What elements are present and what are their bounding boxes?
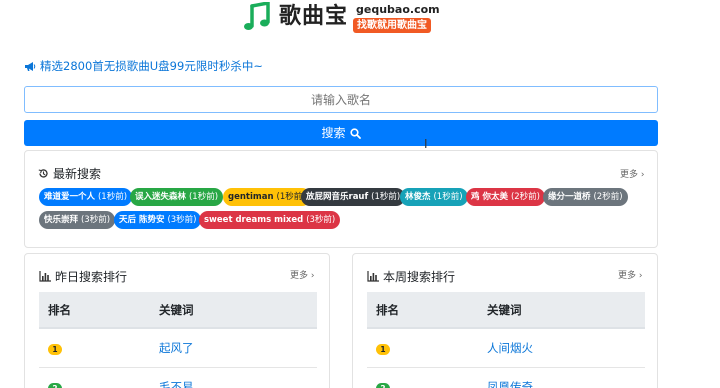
tag-time: (3秒前)	[167, 215, 197, 225]
recent-tag[interactable]: 天后 陈势安 (3秒前)	[114, 211, 202, 229]
tag-keyword: 快乐崇拜	[44, 215, 79, 225]
tag-time: (3秒前)	[80, 215, 111, 225]
search-input[interactable]	[24, 86, 658, 113]
tag-time: (2秒前)	[510, 192, 540, 202]
bar-chart-icon	[367, 271, 379, 282]
recent-tag[interactable]: 误入迷失森林 (1秒前)	[130, 188, 224, 206]
recent-tag[interactable]: gentiman (1秒前)	[223, 188, 311, 206]
rank-cell: 2	[367, 380, 487, 388]
rank-badge: 1	[48, 344, 62, 355]
text-cursor-icon: I	[424, 137, 428, 151]
keyword-cell: 毛不易	[159, 379, 317, 388]
recent-tag[interactable]: 放屁网音乐rauf (1秒前)	[301, 188, 406, 206]
recent-more-label: 更多	[620, 170, 639, 180]
recent-tag[interactable]: 难道爱一个人 (1秒前)	[39, 188, 133, 206]
table-row: 2 毛不易	[39, 368, 317, 388]
tag-time: (1秒前)	[371, 192, 401, 202]
tag-time: (1秒前)	[188, 192, 219, 202]
keyword-link[interactable]: 起风了	[159, 341, 194, 355]
recent-searches-card: 最新搜索 更多 › 难道爱一个人 (1秒前) 误入迷失森林 (1秒前) gent…	[24, 150, 658, 248]
keyword-link[interactable]: 凤凰传奇	[487, 380, 533, 388]
tag-time: (1秒前)	[97, 192, 128, 202]
column-header-keyword: 关键词	[487, 302, 522, 317]
column-header-rank: 排名	[48, 302, 71, 317]
rank-cell: 1	[367, 341, 487, 355]
week-more-label: 更多	[618, 271, 637, 281]
recent-more-link[interactable]: 更多 ›	[620, 167, 644, 180]
music-note-icon	[244, 2, 270, 30]
recent-tag[interactable]: 快乐崇拜 (3秒前)	[39, 211, 116, 229]
search-icon	[349, 127, 361, 139]
rank-cell: 2	[39, 380, 159, 388]
keyword-cell: 起风了	[159, 340, 317, 356]
tag-keyword: sweet dreams mixed	[204, 215, 304, 225]
week-ranking-table: 排名 关键词 1 人间烟火 2 凤凰传奇	[367, 292, 645, 388]
recent-searches-title: 最新搜索	[38, 165, 101, 182]
bar-chart-icon	[39, 271, 51, 282]
yesterday-ranking-card: 昨日搜索排行 更多 › 排名 关键词 1 起风了 2 毛不易	[24, 253, 330, 388]
yesterday-more-label: 更多	[290, 271, 309, 281]
promo-link[interactable]: 精选2800首无损歌曲U盘99元限时秒杀中~	[24, 58, 263, 74]
keyword-cell: 凤凰传奇	[487, 379, 645, 388]
table-row: 2 凤凰传奇	[367, 368, 645, 388]
tag-keyword: 难道爱一个人	[44, 192, 96, 202]
promo-text: 精选2800首无损歌曲U盘99元限时秒杀中~	[40, 59, 263, 73]
yesterday-ranking-title: 昨日搜索排行	[39, 268, 127, 285]
site-tagline: 找歌就用歌曲宝	[353, 18, 431, 33]
column-header-rank: 排名	[376, 302, 399, 317]
tag-keyword: 天后 陈势安	[119, 215, 165, 225]
yesterday-more-link[interactable]: 更多 ›	[290, 268, 314, 281]
search-button-label: 搜索	[321, 126, 346, 140]
site-domain: gequbao.com	[356, 3, 440, 16]
table-header: 排名 关键词	[39, 292, 317, 329]
tag-time: (1秒前)	[433, 192, 463, 202]
week-ranking-title: 本周搜索排行	[367, 268, 455, 285]
rank-badge: 2	[48, 383, 62, 388]
week-more-link[interactable]: 更多 ›	[618, 268, 642, 281]
tag-keyword: 误入迷失森林	[135, 192, 187, 202]
column-header-keyword: 关键词	[159, 302, 194, 317]
tag-keyword: 放屁网音乐rauf	[306, 192, 369, 202]
yesterday-ranking-table: 排名 关键词 1 起风了 2 毛不易	[39, 292, 317, 388]
recent-tag[interactable]: sweet dreams mixed (3秒前)	[199, 211, 341, 229]
recent-tag[interactable]: 缘分一道桥 (2秒前)	[543, 188, 628, 206]
recent-tag[interactable]: 林俊杰 (1秒前)	[400, 188, 468, 206]
table-row: 1 人间烟火	[367, 329, 645, 368]
site-logo[interactable]: 歌曲宝 gequbao.com 找歌就用歌曲宝	[243, 1, 443, 37]
table-row: 1 起风了	[39, 329, 317, 368]
tag-time: (2秒前)	[593, 192, 623, 202]
tag-keyword: 林俊杰	[405, 192, 431, 202]
history-icon	[38, 169, 48, 178]
recent-searches-title-text: 最新搜索	[53, 167, 102, 181]
keyword-cell: 人间烟火	[487, 340, 645, 356]
rank-cell: 1	[39, 341, 159, 355]
rank-badge: 2	[376, 383, 390, 388]
week-ranking-title-text: 本周搜索排行	[383, 270, 456, 284]
week-ranking-card: 本周搜索排行 更多 › 排名 关键词 1 人间烟火 2 凤凰传奇	[352, 253, 658, 388]
yesterday-ranking-title-text: 昨日搜索排行	[55, 270, 128, 284]
rank-badge: 1	[376, 344, 390, 355]
keyword-link[interactable]: 毛不易	[159, 380, 194, 388]
tag-keyword: gentiman	[228, 192, 274, 202]
recent-tag[interactable]: 鸡 你太美 (2秒前)	[466, 188, 545, 206]
tag-time: (3秒前)	[306, 215, 336, 225]
bullhorn-icon	[25, 61, 36, 71]
table-header: 排名 关键词	[367, 292, 645, 329]
tag-keyword: 缘分一道桥	[548, 192, 591, 202]
search-button[interactable]: 搜索	[24, 120, 658, 146]
tag-keyword: 鸡 你太美	[471, 192, 508, 202]
keyword-link[interactable]: 人间烟火	[487, 341, 533, 355]
site-name: 歌曲宝	[279, 4, 349, 29]
